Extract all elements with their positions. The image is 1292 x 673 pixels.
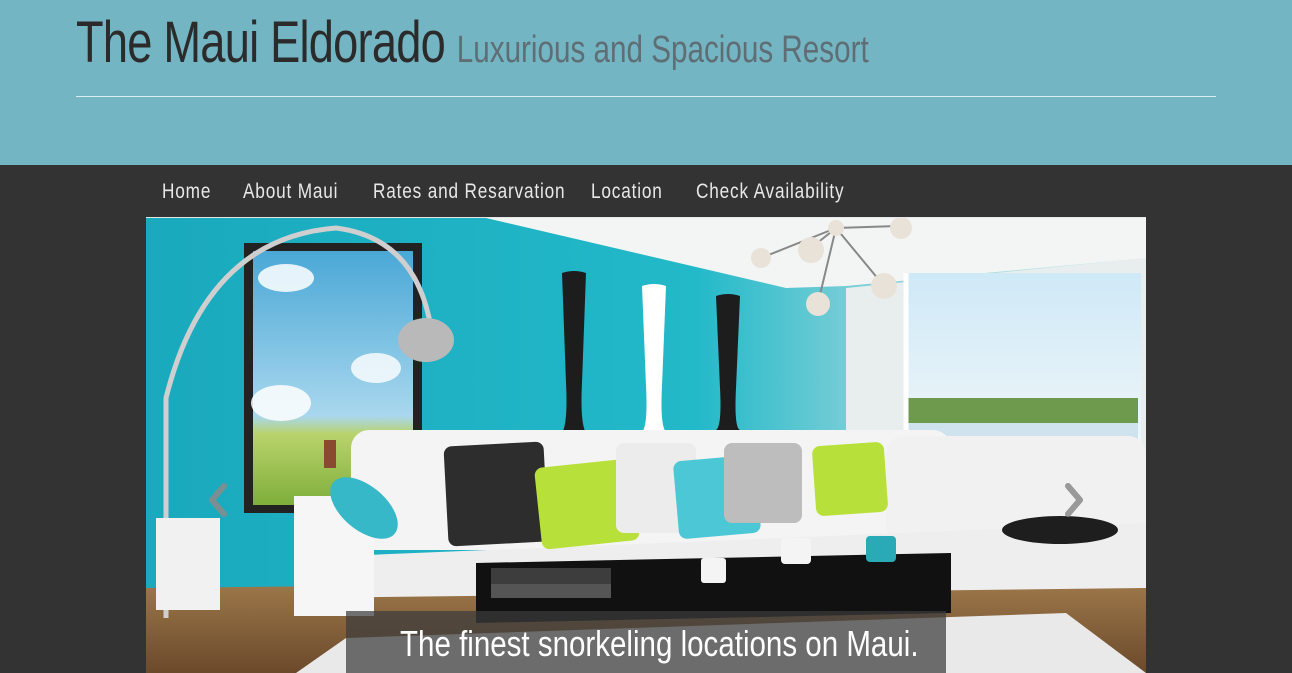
header-divider bbox=[76, 96, 1216, 97]
site-title-text: The Maui Eldorado bbox=[76, 10, 446, 75]
nav-item-about-maui[interactable]: About Maui bbox=[243, 180, 338, 204]
site-tagline: Luxurious and Spacious Resort bbox=[456, 29, 869, 71]
nav-item-location[interactable]: Location bbox=[591, 180, 663, 204]
site-title[interactable]: The Maui Eldorado Luxurious and Spacious… bbox=[76, 8, 869, 85]
site-header: The Maui Eldorado Luxurious and Spacious… bbox=[0, 0, 1292, 165]
nav-item-rates[interactable]: Rates and Resarvation bbox=[373, 180, 565, 204]
chevron-left-icon bbox=[209, 483, 227, 517]
main-nav: Home About Maui Rates and Resarvation Lo… bbox=[146, 166, 1146, 218]
carousel-prev-button[interactable] bbox=[204, 480, 234, 520]
chevron-right-icon bbox=[1065, 483, 1083, 517]
carousel-caption-text: The finest snorkeling locations on Maui. bbox=[400, 623, 919, 664]
carousel-caption: The finest snorkeling locations on Maui. bbox=[346, 611, 946, 673]
image-carousel[interactable]: The finest snorkeling locations on Maui. bbox=[146, 218, 1146, 673]
nav-item-check-availability[interactable]: Check Availability bbox=[696, 180, 844, 204]
carousel-next-button[interactable] bbox=[1058, 480, 1088, 520]
slide-image bbox=[146, 218, 1146, 673]
nav-item-home[interactable]: Home bbox=[162, 180, 211, 204]
